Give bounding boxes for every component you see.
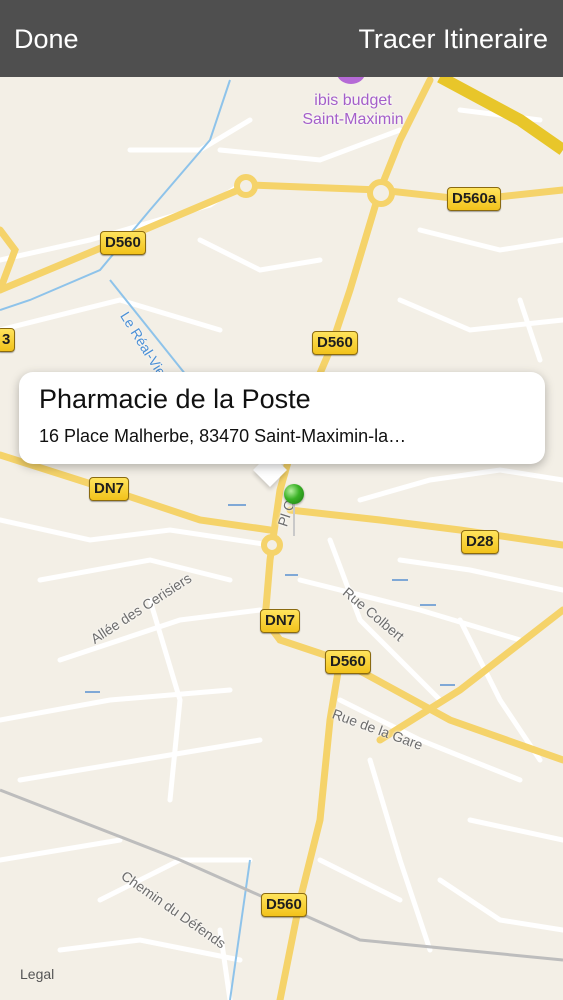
navigation-bar: Done Tracer Itineraire [0, 0, 563, 77]
poi-name: ibis budget Saint-Maximin [302, 92, 404, 128]
place-title: Pharmacie de la Poste [39, 384, 311, 414]
road-shield-d560: D560 [325, 650, 371, 674]
pin-stem [293, 502, 295, 536]
road-shield-d560: D560 [261, 893, 307, 917]
road-shield-d560: D560 [312, 331, 358, 355]
legal-link[interactable]: Legal [20, 966, 54, 982]
done-button[interactable]: Done [14, 22, 79, 56]
map-pin-icon[interactable] [284, 484, 304, 504]
route-button[interactable]: Tracer Itineraire [358, 22, 548, 56]
road-shield-dn7: DN7 [89, 477, 130, 501]
road-shield-d560: D560 [100, 231, 146, 255]
place-callout[interactable]: Pharmacie de la Poste 16 Place Malherbe,… [19, 372, 545, 464]
road-shield-d28: D28 [461, 530, 499, 554]
road-shield-edge: 3 [0, 328, 16, 352]
road-shield-dn7: DN7 [260, 609, 301, 633]
place-address: 16 Place Malherbe, 83470 Saint-Maximin-l… [39, 426, 407, 446]
road-shield-d560a: D560a [447, 187, 502, 211]
poi-label[interactable]: ibis budget Saint-Maximin [278, 91, 428, 129]
